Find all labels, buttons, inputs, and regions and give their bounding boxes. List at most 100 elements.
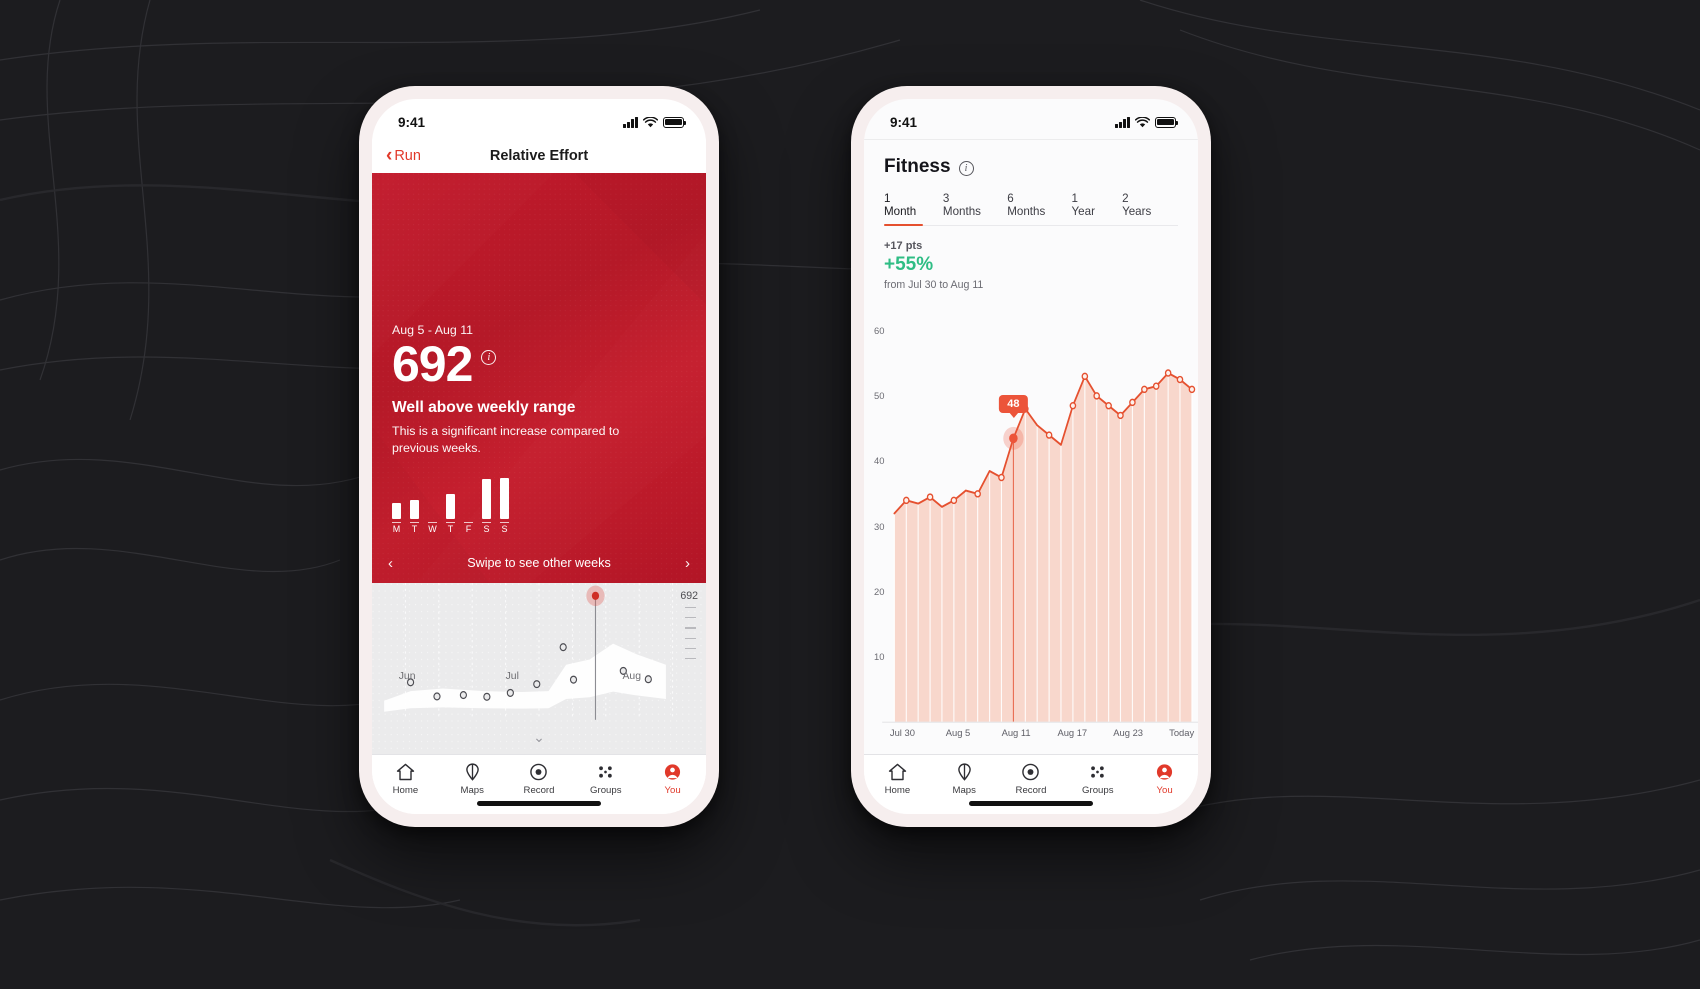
chevron-down-icon[interactable]: ⌄ — [533, 729, 545, 746]
status-bar-left: 9:41 — [372, 99, 706, 139]
tab-you[interactable]: You — [639, 763, 706, 796]
relative-effort-score: 692 — [392, 336, 473, 392]
tab-home[interactable]: Home — [372, 763, 439, 796]
next-week-chevron-icon[interactable]: › — [685, 555, 690, 572]
home-indicator — [477, 801, 601, 806]
range-tab-1-year[interactable]: 1 Year — [1072, 192, 1103, 225]
range-tab-1-month[interactable]: 1 Month — [884, 192, 923, 227]
tab-maps[interactable]: Maps — [439, 763, 506, 796]
weekly-bar-fill — [500, 478, 509, 520]
tab-you[interactable]: You — [1131, 763, 1198, 796]
range-tab-6-months[interactable]: 6 Months — [1007, 192, 1051, 225]
wifi-icon — [643, 116, 658, 127]
effort-history-chart[interactable]: 692 ⌄ Jun Jul Aug — [372, 583, 706, 754]
home-indicator — [969, 801, 1093, 806]
points-delta: +17 pts — [884, 240, 923, 252]
fitness-data-point — [1081, 372, 1089, 380]
tab-label: Record — [523, 785, 555, 796]
swipe-hint-row: ‹ Swipe to see other weeks › — [372, 543, 706, 583]
hero-score-row: 692 i — [392, 339, 686, 390]
tab-home[interactable]: Home — [864, 763, 931, 796]
fitness-y-tick-label: 40 — [874, 455, 885, 467]
weekly-bar-fill — [446, 493, 455, 520]
hero-subtext: This is a significant increase compared … — [392, 424, 620, 455]
page-title: Relative Effort — [489, 148, 589, 164]
swipe-hint-label: Swipe to see other weeks — [467, 556, 611, 570]
tab-record[interactable]: Record — [506, 763, 573, 796]
fitness-data-point — [950, 496, 958, 504]
tab-label: Maps — [952, 785, 976, 796]
fitness-data-point — [998, 473, 1005, 481]
prev-week-chevron-icon[interactable]: ‹ — [388, 555, 393, 572]
percent-delta: +55% — [884, 254, 934, 275]
range-tab-3-months[interactable]: 3 Months — [943, 192, 987, 225]
you-avatar-icon — [1156, 764, 1173, 780]
tab-label: Maps — [460, 785, 484, 796]
fitness-y-tick-label: 60 — [874, 324, 885, 336]
history-x-axis-label: Jul — [505, 671, 519, 682]
screenshot-stage: 9:41 ‹ Run Relative Effort Aug 5 - Aug 1… — [0, 0, 1700, 989]
fitness-y-tick-label: 20 — [874, 585, 885, 597]
hero-date-range: Aug 5 - Aug 11 — [392, 323, 474, 337]
weekly-bar-label: S — [482, 522, 491, 535]
record-circle-icon — [1022, 763, 1040, 781]
weekly-bar-label: T — [410, 522, 419, 535]
fitness-y-tick-label: 50 — [874, 390, 885, 402]
weekly-bar-chart: M T W T F S S — [392, 478, 686, 534]
weekly-bar: S — [482, 478, 491, 534]
home-icon — [888, 763, 907, 781]
tab-label: Groups — [590, 785, 622, 796]
tab-label: You — [664, 785, 681, 796]
battery-icon — [663, 116, 687, 128]
background-swoosh-decoration — [0, 0, 1700, 961]
phone-right-screen: 9:41 Fitness i 1 Month 3 Months 6 Months — [864, 99, 1198, 814]
hero-content: Aug 5 - Aug 11 692 i Well above weekly r… — [372, 173, 706, 543]
tab-label: Home — [884, 785, 911, 796]
status-time: 9:41 — [398, 114, 426, 130]
fitness-x-tick-label: Jul 30 — [889, 726, 915, 738]
range-tab-2-years[interactable]: 2 Years — [1122, 192, 1158, 225]
back-button[interactable]: ‹ Run — [386, 146, 421, 165]
fitness-stats: +17 pts +55% from Jul 30 to Aug 11 — [864, 226, 1198, 291]
fitness-data-point — [1164, 369, 1172, 377]
nav-bar: ‹ Run Relative Effort — [372, 139, 706, 173]
home-icon — [396, 763, 415, 781]
history-data-point — [559, 643, 567, 652]
weekly-bar-label: S — [500, 522, 509, 535]
tab-groups[interactable]: Groups — [572, 763, 639, 796]
fitness-data-point — [1188, 385, 1196, 393]
weekly-bar-label: F — [464, 522, 473, 535]
info-icon[interactable]: i — [481, 350, 497, 365]
fitness-x-tick-label: Today — [1169, 726, 1195, 738]
fitness-data-point — [1129, 398, 1136, 406]
tab-groups[interactable]: Groups — [1064, 763, 1131, 796]
history-data-point — [506, 688, 514, 697]
info-icon[interactable]: i — [958, 160, 974, 176]
fitness-chart[interactable]: 10 20 30 40 50 60 Jul 30 Aug 5 Aug 11 Aug 17 Aug … — [864, 296, 1198, 754]
phone-left-screen: 9:41 ‹ Run Relative Effort Aug 5 - Aug 1… — [372, 99, 706, 814]
fitness-chart-svg — [864, 296, 1198, 754]
weekly-bar: W — [428, 478, 437, 534]
fitness-data-point — [926, 493, 934, 501]
tab-maps[interactable]: Maps — [931, 763, 998, 796]
history-data-point — [569, 675, 578, 684]
battery-icon — [1155, 116, 1179, 128]
fitness-x-tick-label: Aug 5 — [945, 726, 971, 738]
weekly-bar-fill — [482, 479, 491, 520]
fitness-header: Fitness i 1 Month 3 Months 6 Months 1 Year 2… — [864, 139, 1198, 227]
fitness-data-point — [1152, 382, 1160, 390]
status-icons — [1115, 116, 1179, 128]
fitness-data-point — [1045, 431, 1053, 439]
tab-record[interactable]: Record — [998, 763, 1065, 796]
weekly-bar-fill — [392, 503, 401, 520]
status-bar-right: 9:41 — [864, 99, 1198, 139]
phone-left: 9:41 ‹ Run Relative Effort Aug 5 - Aug 1… — [359, 86, 719, 827]
stats-date-range: from Jul 30 to Aug 11 — [884, 278, 984, 291]
fitness-data-point — [1093, 391, 1100, 400]
hero-headline: Well above weekly range — [392, 399, 576, 416]
fitness-data-point — [1069, 401, 1077, 410]
wifi-icon — [1135, 116, 1150, 127]
you-avatar-icon — [664, 764, 681, 780]
status-icons — [623, 116, 687, 128]
tab-label: Home — [392, 785, 419, 796]
